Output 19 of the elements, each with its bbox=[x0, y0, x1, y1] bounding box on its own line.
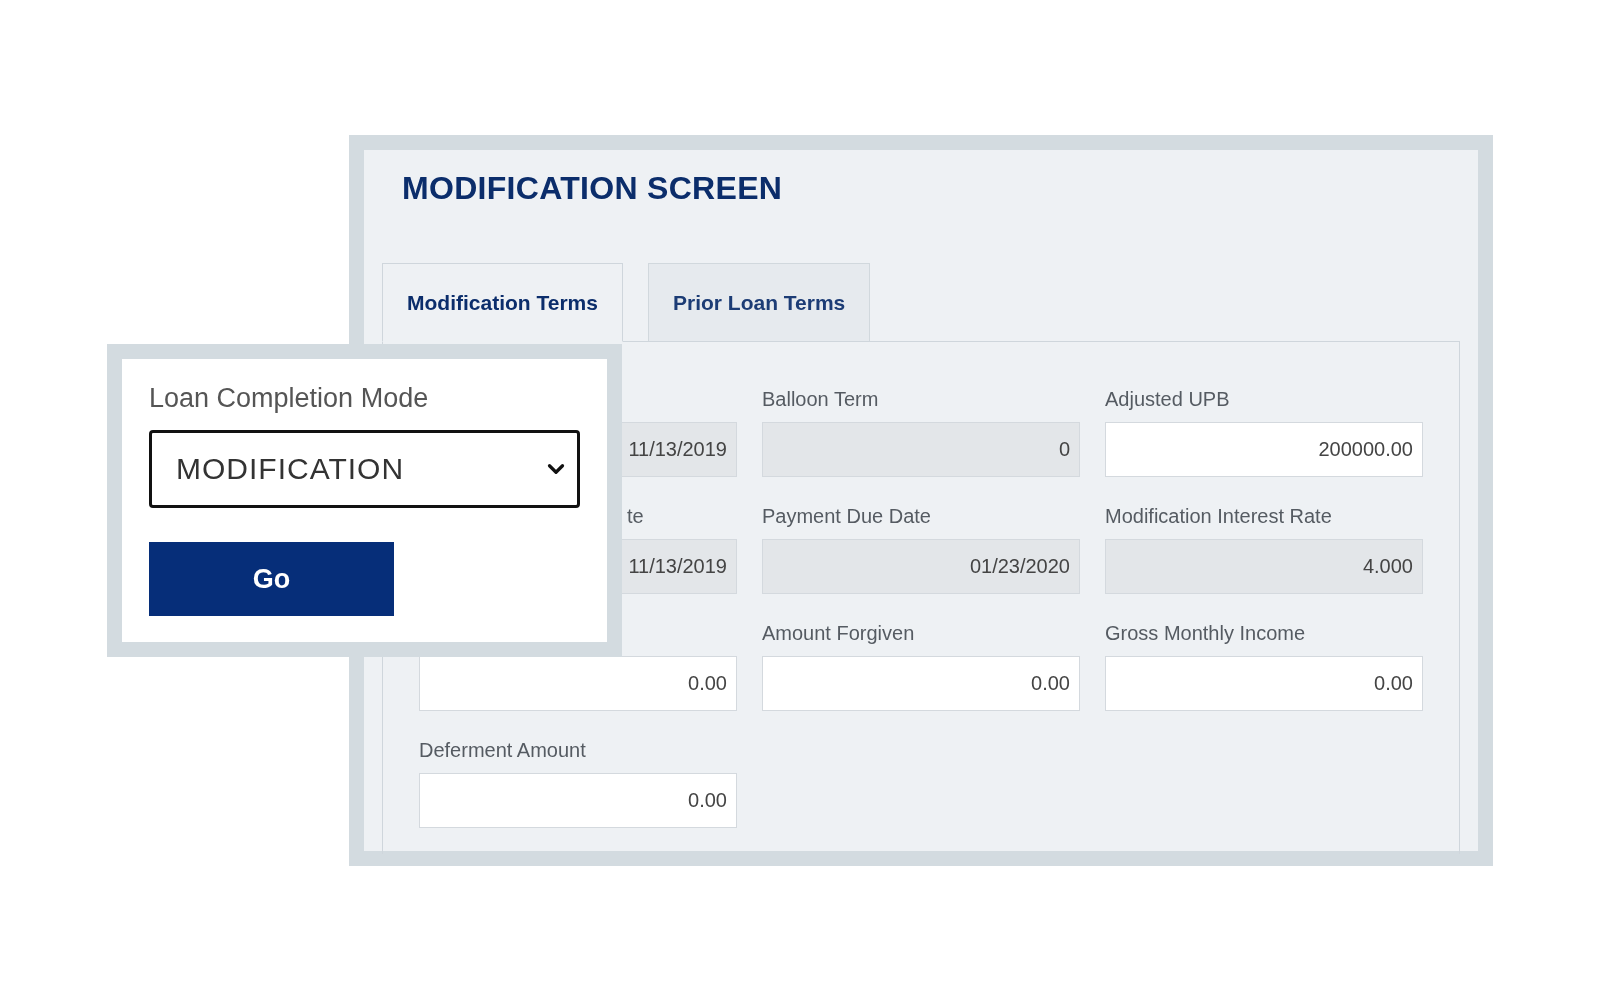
input-field[interactable]: 0.00 bbox=[419, 773, 737, 828]
field-label: Modification Interest Rate bbox=[1105, 504, 1333, 529]
input-field[interactable]: 200000.00 bbox=[1105, 422, 1423, 477]
field-label: Loan Completion Mode bbox=[149, 383, 430, 414]
input-field[interactable]: 0.00 bbox=[1105, 656, 1423, 711]
tab[interactable]: Prior Loan Terms bbox=[647, 263, 871, 342]
dropdown-field[interactable]: MODIFICATION bbox=[149, 430, 580, 508]
input-field[interactable]: 0.00 bbox=[762, 656, 1080, 711]
field-label: Balloon Term bbox=[762, 387, 880, 412]
field-label: Deferment Amount bbox=[419, 738, 587, 763]
field-label: Amount Forgiven bbox=[762, 621, 916, 646]
input-field[interactable]: 0.00 bbox=[419, 656, 737, 711]
field-label: Payment Due Date bbox=[762, 504, 932, 529]
screen-title: MODIFICATION SCREEN bbox=[402, 170, 784, 207]
field-label: Adjusted UPB bbox=[1105, 387, 1231, 412]
go-button[interactable]: Go bbox=[149, 542, 394, 616]
field-label: Gross Monthly Income bbox=[1105, 621, 1307, 646]
field-label: te bbox=[627, 504, 645, 529]
tab[interactable]: Modification Terms bbox=[382, 263, 623, 342]
